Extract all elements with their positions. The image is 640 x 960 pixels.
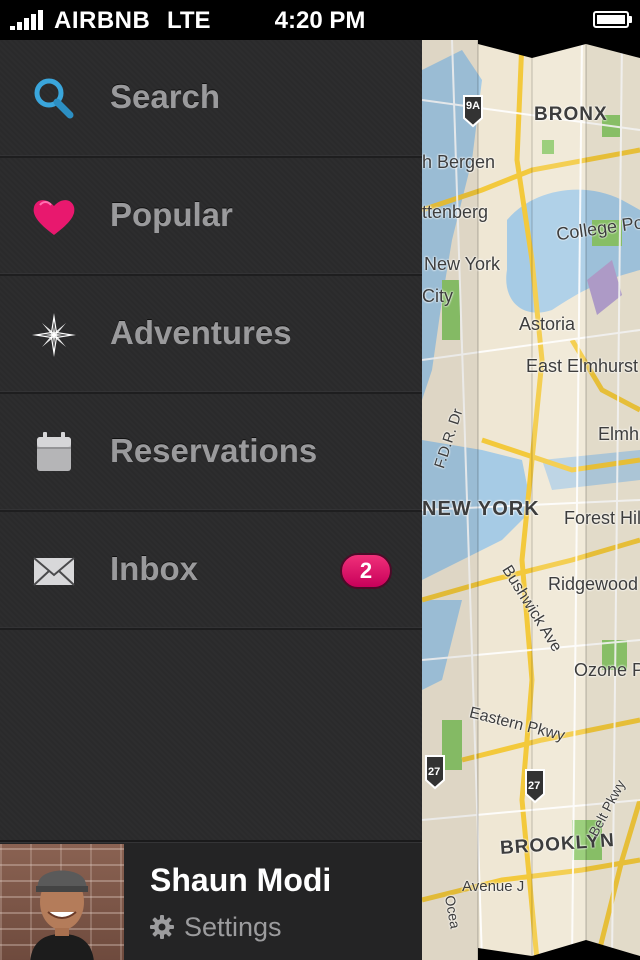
map-label: Elmhu: [598, 424, 640, 444]
map-label: Avenue J: [462, 878, 525, 895]
map-label: Forest Hills: [564, 508, 640, 528]
menu-item-reservations[interactable]: Reservations: [0, 394, 422, 512]
menu-item-adventures[interactable]: Adventures: [0, 276, 422, 394]
menu-item-label: Inbox: [110, 550, 198, 587]
menu-item-label: Search: [110, 78, 221, 115]
settings-label: Settings: [184, 912, 282, 942]
calendar-icon: [37, 432, 71, 471]
map-label: Ridgewood: [548, 574, 639, 594]
avatar[interactable]: [0, 844, 124, 960]
map-label: h Bergen: [422, 152, 496, 172]
compass-icon: [32, 313, 76, 357]
map-label: BRONX: [534, 104, 608, 125]
map-label: East Elmhurst: [526, 356, 639, 376]
map-label: New York: [424, 254, 501, 274]
profile-bar[interactable]: Shaun Modi Settings: [0, 840, 422, 960]
map-label: Ozone Par: [574, 660, 640, 680]
gear-icon: [150, 915, 174, 939]
search-icon: [34, 78, 74, 119]
menu-item-label: Adventures: [110, 314, 292, 351]
menu-item-search[interactable]: Search: [0, 40, 422, 158]
side-menu: Search Popular Adventures Reservations I…: [0, 40, 422, 960]
map-label: 27: [428, 766, 441, 778]
map-label: 9A: [466, 100, 481, 112]
heart-icon: [33, 200, 75, 235]
menu-item-inbox[interactable]: Inbox 2: [0, 512, 422, 630]
map-label: NEW YORK: [422, 498, 540, 520]
map-view[interactable]: BRONX 9A h Bergen ttenberg College Poi N…: [422, 40, 640, 960]
envelope-icon: [33, 557, 75, 586]
user-name: Shaun Modi: [150, 862, 332, 898]
map-label: ttenberg: [422, 202, 489, 222]
avatar-photo: [30, 870, 94, 960]
map-label: City: [422, 286, 453, 306]
unread-count-badge: 2: [340, 553, 392, 589]
menu-item-label: Reservations: [110, 432, 318, 469]
battery-icon: [593, 11, 632, 28]
menu-item-label: Popular: [110, 196, 233, 233]
status-bar: AIRBNB LTE 4:20 PM: [0, 0, 640, 40]
map-label: 27: [528, 780, 541, 792]
menu-item-popular[interactable]: Popular: [0, 158, 422, 276]
map-label: Astoria: [519, 314, 576, 334]
status-time: 4:20 PM: [274, 7, 366, 34]
